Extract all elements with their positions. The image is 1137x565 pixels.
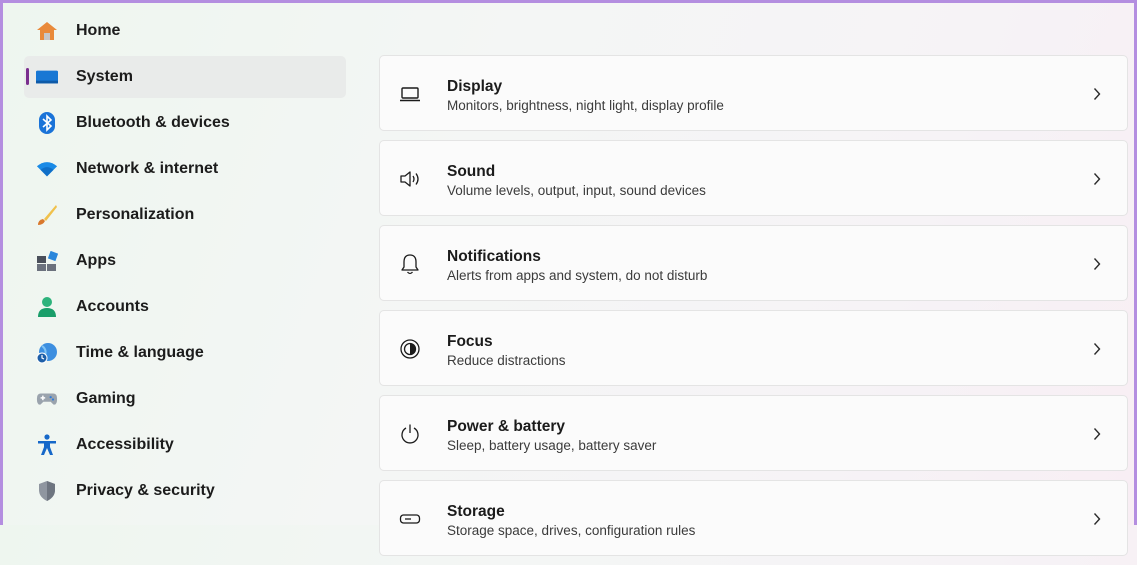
card-subtitle: Storage space, drives, configuration rul… [447,523,696,538]
selection-indicator [26,68,29,85]
sidebar-item-label: Privacy & security [76,482,215,499]
sidebar-item-bluetooth[interactable]: Bluetooth & devices [24,102,346,144]
card-subtitle: Reduce distractions [447,353,566,368]
sidebar-item-label: Gaming [76,390,136,407]
gamepad-icon [36,388,58,410]
settings-card-sound[interactable]: Sound Volume levels, output, input, soun… [379,140,1128,216]
sidebar-item-label: Personalization [76,206,195,223]
apps-icon [36,250,58,272]
chevron-right-icon [1089,424,1105,444]
brush-icon [36,204,58,226]
sidebar-item-home[interactable]: Home [24,10,346,52]
sidebar-item-label: Network & internet [76,160,219,177]
settings-card-power[interactable]: Power & battery Sleep, battery usage, ba… [379,395,1128,471]
sidebar-item-apps[interactable]: Apps [24,240,346,282]
chevron-right-icon [1089,339,1105,359]
accessibility-icon [36,434,58,456]
bluetooth-icon [36,112,58,134]
globe-clock-icon [36,342,58,364]
sidebar-item-label: System [76,68,133,85]
sidebar-item-personalization[interactable]: Personalization [24,194,346,236]
sidebar-item-label: Accessibility [76,436,174,453]
monitor-icon [398,82,422,106]
sidebar-item-accessibility[interactable]: Accessibility [24,424,346,466]
bell-icon [398,252,422,276]
focus-icon [398,337,422,361]
sidebar-item-accounts[interactable]: Accounts [24,286,346,328]
wifi-icon [36,158,58,180]
chevron-right-icon [1089,509,1105,529]
sidebar-item-network[interactable]: Network & internet [24,148,346,190]
card-title: Storage [447,503,505,520]
settings-card-display[interactable]: Display Monitors, brightness, night ligh… [379,55,1128,131]
card-title: Notifications [447,248,541,265]
speaker-icon [398,167,422,191]
sidebar-item-gaming[interactable]: Gaming [24,378,346,420]
sidebar-item-label: Bluetooth & devices [76,114,230,131]
sidebar-item-privacy[interactable]: Privacy & security [24,470,346,512]
card-subtitle: Sleep, battery usage, battery saver [447,438,657,453]
settings-card-storage[interactable]: Storage Storage space, drives, configura… [379,480,1128,556]
card-title: Sound [447,163,496,180]
settings-card-notifications[interactable]: Notifications Alerts from apps and syste… [379,225,1128,301]
card-title: Display [447,78,503,95]
settings-list: Display Monitors, brightness, night ligh… [379,55,1128,565]
power-icon [398,422,422,446]
home-icon [36,20,58,42]
chevron-right-icon [1089,169,1105,189]
sidebar-item-label: Apps [76,252,116,269]
card-title: Power & battery [447,418,566,435]
card-subtitle: Monitors, brightness, night light, displ… [447,98,724,113]
sidebar-item-time-language[interactable]: Time & language [24,332,346,374]
sidebar-nav: Home System Bluetooth & devices Network … [24,10,346,516]
person-icon [36,296,58,318]
storage-icon [398,507,422,531]
sidebar-item-label: Accounts [76,298,149,315]
sidebar-item-label: Time & language [76,344,204,361]
chevron-right-icon [1089,84,1105,104]
sidebar-item-label: Home [76,22,121,39]
system-icon [36,66,58,88]
card-subtitle: Volume levels, output, input, sound devi… [447,183,706,198]
shield-icon [36,480,58,502]
settings-card-focus[interactable]: Focus Reduce distractions [379,310,1128,386]
sidebar-item-system[interactable]: System [24,56,346,98]
card-title: Focus [447,333,493,350]
chevron-right-icon [1089,254,1105,274]
card-subtitle: Alerts from apps and system, do not dist… [447,268,708,283]
